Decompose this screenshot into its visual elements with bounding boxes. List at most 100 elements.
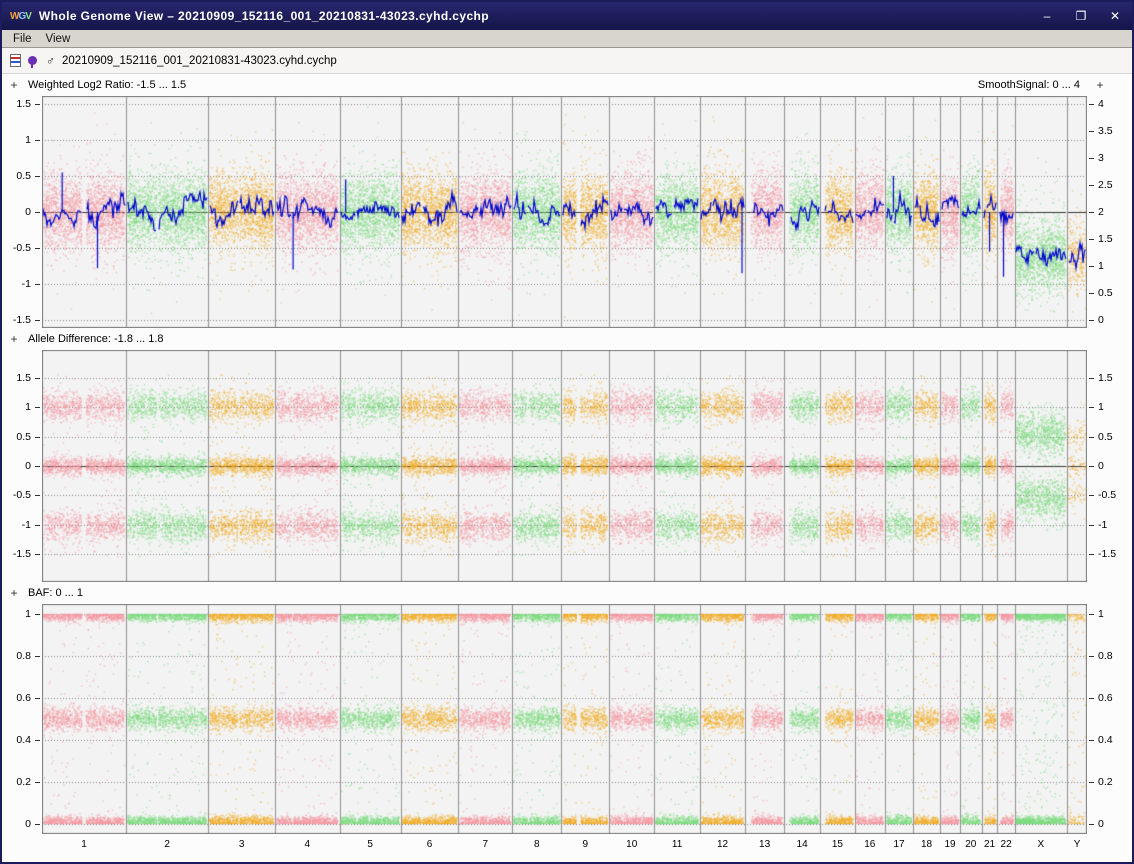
app-icon-letter: V bbox=[25, 10, 32, 22]
chromosome-label: 19 bbox=[944, 839, 956, 850]
tick-mark bbox=[35, 176, 40, 177]
chromosome-label: 16 bbox=[864, 839, 876, 850]
tick-mark bbox=[35, 740, 40, 741]
chromosome-label: 13 bbox=[759, 839, 771, 850]
menu-view[interactable]: View bbox=[39, 32, 78, 46]
tick-mark bbox=[1089, 740, 1094, 741]
tick-label: 1 bbox=[25, 608, 31, 620]
log2-ratio-plot[interactable] bbox=[42, 96, 1087, 328]
panel-body-baf: 1 0.8 0.6 0.4 0.2 0 1 0.8 0.6 0.4 0.2 0 bbox=[2, 604, 1132, 834]
tick-mark bbox=[35, 466, 40, 467]
minimize-button[interactable]: – bbox=[1038, 9, 1056, 23]
tick-mark bbox=[1089, 293, 1094, 294]
expander-log2[interactable]: + bbox=[8, 78, 20, 92]
sample-name[interactable]: 20210909_152116_001_20210831-43023.cyhd.… bbox=[62, 55, 337, 67]
panel-title-allele: Allele Difference: -1.8 ... 1.8 bbox=[28, 333, 164, 345]
y-axis-left-allele: 1.5 1 0.5 0 -0.5 -1 -1.5 bbox=[2, 350, 42, 582]
plot-baf bbox=[42, 604, 1087, 834]
tick-label: 0.5 bbox=[16, 430, 31, 443]
panel-title-log2: Weighted Log2 Ratio: -1.5 ... 1.5 bbox=[28, 79, 187, 91]
menu-file[interactable]: File bbox=[6, 32, 39, 46]
tick-mark bbox=[35, 248, 40, 249]
tick-label: 1 bbox=[1098, 260, 1104, 272]
tick-mark bbox=[1089, 158, 1094, 159]
chromosome-label: 22 bbox=[1000, 839, 1012, 850]
tick-label: 1.5 bbox=[1098, 371, 1113, 384]
tick-label: 0 bbox=[25, 206, 31, 218]
chromosome-label: 8 bbox=[534, 839, 540, 850]
tick-label: 0.4 bbox=[1098, 734, 1113, 746]
chromosome-label: 6 bbox=[426, 839, 433, 850]
tick-mark bbox=[35, 495, 40, 497]
tick-mark bbox=[1089, 239, 1094, 240]
chromosome-label: 15 bbox=[831, 839, 843, 850]
tick-label: -0.5 bbox=[12, 242, 31, 254]
tick-mark bbox=[1089, 466, 1094, 467]
allele-difference-plot[interactable] bbox=[42, 350, 1087, 582]
tick-mark bbox=[1089, 824, 1094, 825]
chromosome-label: 17 bbox=[893, 839, 905, 850]
panel-header-allele: + Allele Difference: -1.8 ... 1.8 bbox=[2, 328, 1132, 350]
tick-label: 1.5 bbox=[1098, 233, 1113, 245]
tick-mark bbox=[35, 614, 40, 615]
tick-mark bbox=[35, 698, 40, 699]
tick-label: 0.5 bbox=[16, 170, 31, 182]
sample-bar: ♂ 20210909_152116_001_20210831-43023.cyh… bbox=[2, 48, 1132, 74]
tick-label: 0.6 bbox=[1098, 692, 1113, 704]
chromosome-label: 12 bbox=[717, 839, 729, 850]
tick-mark bbox=[1089, 614, 1094, 615]
close-button[interactable]: ✕ bbox=[1106, 9, 1124, 23]
expander-baf[interactable]: + bbox=[8, 586, 20, 600]
tick-label: 0 bbox=[1098, 314, 1104, 326]
tick-mark bbox=[35, 212, 40, 213]
male-sex-icon: ♂ bbox=[46, 53, 55, 68]
tick-mark bbox=[1089, 524, 1094, 526]
maximize-button[interactable]: ❐ bbox=[1072, 9, 1090, 23]
chromosome-label: 9 bbox=[582, 839, 589, 850]
chromosome-label: X bbox=[1037, 839, 1045, 850]
baf-plot[interactable] bbox=[42, 604, 1087, 834]
chromosome-label: 18 bbox=[921, 839, 933, 850]
tick-mark bbox=[35, 524, 40, 526]
panel-title-baf: BAF: 0 ... 1 bbox=[28, 587, 84, 599]
tick-label: -1.5 bbox=[12, 548, 31, 561]
tick-label: 0.5 bbox=[1098, 430, 1113, 443]
window-title: Whole Genome View – 20210909_152116_001_… bbox=[38, 9, 489, 23]
tick-mark bbox=[35, 377, 40, 379]
tick-label: 0.5 bbox=[1098, 287, 1113, 299]
tick-mark bbox=[1089, 185, 1094, 186]
y-axis-left-log2: 1.5 1 0.5 0 -0.5 -1 -1.5 bbox=[2, 96, 42, 328]
app-icon: WGV bbox=[10, 10, 32, 22]
menubar: File View bbox=[2, 30, 1132, 48]
tick-label: -1 bbox=[21, 518, 31, 531]
tick-mark bbox=[1089, 266, 1094, 267]
tick-label: -0.5 bbox=[12, 489, 31, 502]
tick-label: 1.5 bbox=[16, 371, 31, 384]
app-window: WGV Whole Genome View – 20210909_152116_… bbox=[0, 0, 1134, 864]
tick-mark bbox=[1089, 656, 1094, 657]
tick-label: 2 bbox=[1098, 206, 1104, 218]
tick-mark bbox=[1089, 212, 1094, 213]
chromosome-label: 20 bbox=[965, 839, 977, 850]
chromosome-label: 14 bbox=[796, 839, 808, 850]
expander-smoothsignal[interactable]: + bbox=[1094, 78, 1106, 92]
expander-allele[interactable]: + bbox=[8, 332, 20, 346]
tick-label: 1 bbox=[1098, 401, 1104, 414]
tick-label: 0.8 bbox=[1098, 650, 1113, 662]
plot-allele bbox=[42, 350, 1087, 582]
tick-mark bbox=[35, 284, 40, 285]
tick-label: 0.4 bbox=[16, 734, 31, 746]
chromosome-label: 5 bbox=[367, 839, 373, 850]
tick-label: 0.8 bbox=[16, 650, 31, 662]
tick-label: 0 bbox=[1098, 818, 1104, 830]
tick-mark bbox=[1089, 407, 1094, 409]
sample-marker-icon bbox=[28, 56, 37, 68]
tick-mark bbox=[35, 407, 40, 409]
tick-mark bbox=[35, 824, 40, 825]
tick-label: 0 bbox=[25, 818, 31, 830]
chromosome-label: Y bbox=[1073, 839, 1081, 850]
tick-mark bbox=[1089, 377, 1094, 379]
y-axis-right-baf: 1 0.8 0.6 0.4 0.2 0 bbox=[1087, 604, 1132, 834]
tick-label: -1 bbox=[1098, 518, 1108, 531]
panel-weighted-log2-ratio: + Weighted Log2 Ratio: -1.5 ... 1.5 Smoo… bbox=[2, 74, 1132, 328]
